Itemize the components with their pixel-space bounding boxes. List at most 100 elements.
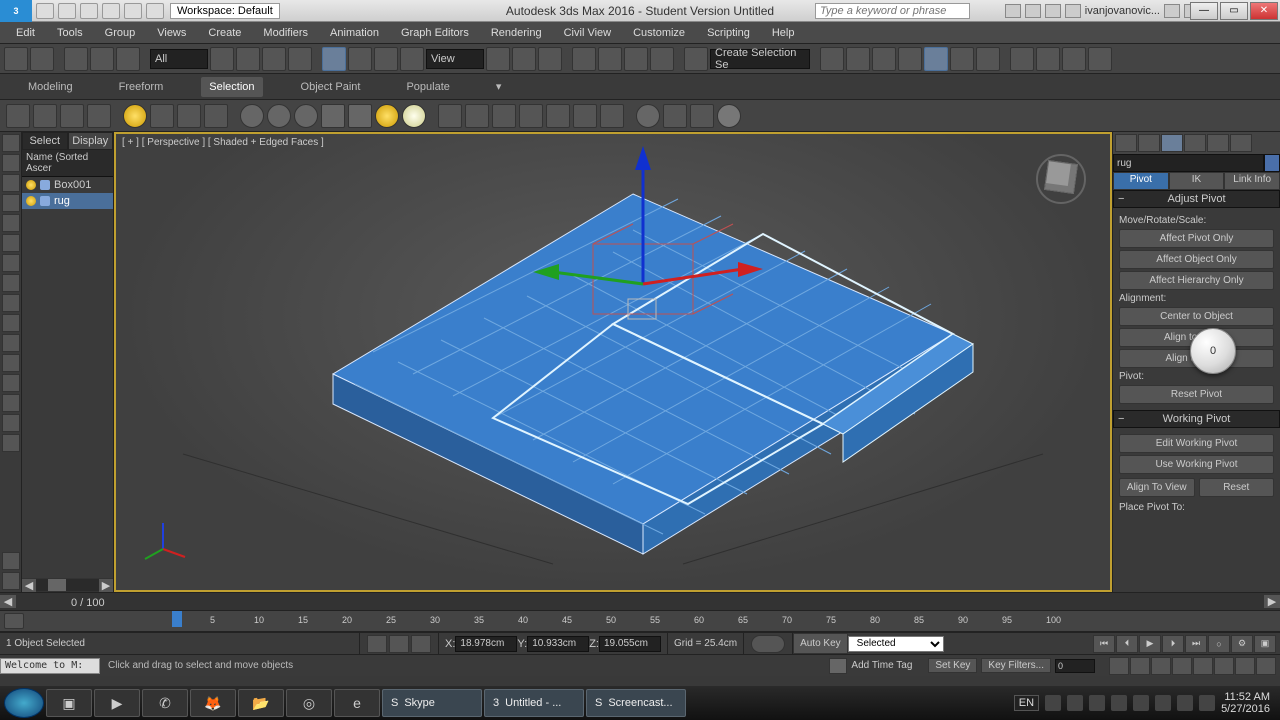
menu-group[interactable]: Group xyxy=(95,24,146,42)
center-to-object-button[interactable]: Center to Object xyxy=(1119,307,1274,326)
ribbon-tab-objectpaint[interactable]: Object Paint xyxy=(293,77,369,97)
timeslider-right-icon[interactable]: ▶ xyxy=(1264,595,1280,608)
redo-icon[interactable] xyxy=(124,3,142,19)
goto-start-icon[interactable]: ⏮ xyxy=(1093,635,1115,653)
save-file-icon[interactable] xyxy=(80,3,98,19)
use-working-pivot-button[interactable]: Use Working Pivot xyxy=(1119,455,1274,474)
rock-icon[interactable] xyxy=(573,104,597,128)
max-toggle-icon[interactable] xyxy=(1256,657,1276,675)
ball-icon[interactable] xyxy=(636,104,660,128)
dock-icon[interactable] xyxy=(2,414,20,432)
tray-icon[interactable] xyxy=(1067,695,1083,711)
dock-icon[interactable] xyxy=(2,374,20,392)
dock-icon[interactable] xyxy=(2,552,20,570)
mirror-button[interactable] xyxy=(820,47,844,71)
percent-snap-button[interactable] xyxy=(624,47,648,71)
taskbar-app[interactable]: 📂 xyxy=(238,689,284,717)
teapot-icon[interactable] xyxy=(6,104,30,128)
angle-snap-button[interactable] xyxy=(598,47,622,71)
toggle-ribbon-button[interactable] xyxy=(898,47,922,71)
snap-toggle-button[interactable] xyxy=(572,47,596,71)
schematic-view-button[interactable] xyxy=(950,47,974,71)
application-menu[interactable]: 3 xyxy=(0,0,32,22)
tray-icon[interactable] xyxy=(1155,695,1171,711)
system-clock[interactable]: 11:52 AM 5/27/2016 xyxy=(1221,691,1270,715)
rollout-adjust-pivot[interactable]: −Adjust Pivot xyxy=(1113,190,1280,208)
move-button[interactable] xyxy=(322,47,346,71)
prev-frame-icon[interactable]: ⏴ xyxy=(1116,635,1138,653)
new-file-icon[interactable] xyxy=(36,3,54,19)
dock-icon[interactable] xyxy=(2,394,20,412)
render-iterative-button[interactable] xyxy=(1088,47,1112,71)
menu-rendering[interactable]: Rendering xyxy=(481,24,552,42)
scene-tab-display[interactable]: Display xyxy=(68,132,114,150)
account-name[interactable]: ivanjovanovic... xyxy=(1085,5,1160,17)
next-frame-icon[interactable]: ⏵ xyxy=(1162,635,1184,653)
zoom-extents-icon[interactable] xyxy=(1151,657,1171,675)
window-crossing-button[interactable] xyxy=(288,47,312,71)
window-close[interactable]: ✕ xyxy=(1250,2,1278,20)
ribbon-expand-icon[interactable]: ▾ xyxy=(488,76,510,97)
time-cursor[interactable] xyxy=(172,611,182,627)
user-icon[interactable] xyxy=(1065,4,1081,18)
undo-icon[interactable] xyxy=(102,3,120,19)
pan-icon[interactable] xyxy=(1214,657,1234,675)
taskbar-window[interactable]: 3Untitled - ... xyxy=(484,689,584,717)
tab-ik[interactable]: IK xyxy=(1169,172,1225,190)
cloud-icon[interactable] xyxy=(600,104,624,128)
scale-button[interactable] xyxy=(374,47,398,71)
ribbon-tab-freeform[interactable]: Freeform xyxy=(111,77,172,97)
dock-icon[interactable] xyxy=(2,314,20,332)
affect-hierarchy-only-button[interactable]: Affect Hierarchy Only xyxy=(1119,271,1274,290)
align-button[interactable] xyxy=(846,47,870,71)
photometric-icon[interactable] xyxy=(204,104,228,128)
zoom-icon[interactable] xyxy=(1109,657,1129,675)
time-slider[interactable]: ◀ 0 / 100 ▶ xyxy=(0,592,1280,610)
language-indicator[interactable]: EN xyxy=(1014,695,1039,711)
taskbar-app[interactable]: ▣ xyxy=(46,689,92,717)
render-setup-button[interactable] xyxy=(1010,47,1034,71)
dock-icon[interactable] xyxy=(2,174,20,192)
tray-icon[interactable] xyxy=(1045,695,1061,711)
tray-icon[interactable] xyxy=(1133,695,1149,711)
infocenter-icon[interactable] xyxy=(1005,4,1021,18)
dock-icon[interactable] xyxy=(2,134,20,152)
visibility-icon[interactable] xyxy=(26,196,36,206)
undo-button[interactable] xyxy=(4,47,28,71)
dock-icon[interactable] xyxy=(2,434,20,452)
select-object-button[interactable] xyxy=(210,47,234,71)
y-input[interactable] xyxy=(527,636,589,652)
dock-icon[interactable] xyxy=(2,274,20,292)
omni-light-icon[interactable] xyxy=(375,104,399,128)
select-by-name-button[interactable] xyxy=(236,47,260,71)
selection-lock-icon[interactable] xyxy=(367,635,387,653)
sun-icon[interactable] xyxy=(123,104,147,128)
dock-icon[interactable] xyxy=(2,234,20,252)
subscription-icon[interactable] xyxy=(1025,4,1041,18)
z-input[interactable] xyxy=(599,636,661,652)
exchange-icon[interactable] xyxy=(1164,4,1180,18)
plant-icon[interactable] xyxy=(546,104,570,128)
ref-coord-dropdown[interactable]: View xyxy=(426,49,484,69)
start-button[interactable] xyxy=(4,688,44,718)
rendered-frame-button[interactable] xyxy=(1036,47,1060,71)
spinner-snap-button[interactable] xyxy=(650,47,674,71)
hierarchy-panel-icon[interactable] xyxy=(1161,134,1183,152)
visibility-icon[interactable] xyxy=(26,180,36,190)
menu-civilview[interactable]: Civil View xyxy=(554,24,621,42)
tab-linkinfo[interactable]: Link Info xyxy=(1224,172,1280,190)
project-icon[interactable] xyxy=(146,3,164,19)
redo-button[interactable] xyxy=(30,47,54,71)
goto-end-icon[interactable]: ⏭ xyxy=(1185,635,1207,653)
rotate-button[interactable] xyxy=(348,47,372,71)
helper3-icon[interactable] xyxy=(519,104,543,128)
dock-icon[interactable] xyxy=(2,154,20,172)
tab-pivot[interactable]: Pivot xyxy=(1113,172,1169,190)
scene-header[interactable]: Name (Sorted Ascer xyxy=(22,150,113,177)
motion-panel-icon[interactable] xyxy=(1184,134,1206,152)
scene-item[interactable]: Box001 xyxy=(22,177,113,193)
dock-icon[interactable] xyxy=(2,572,20,590)
render-button[interactable] xyxy=(1062,47,1086,71)
taskbar-app[interactable]: ✆ xyxy=(142,689,188,717)
tray-icon[interactable] xyxy=(1089,695,1105,711)
